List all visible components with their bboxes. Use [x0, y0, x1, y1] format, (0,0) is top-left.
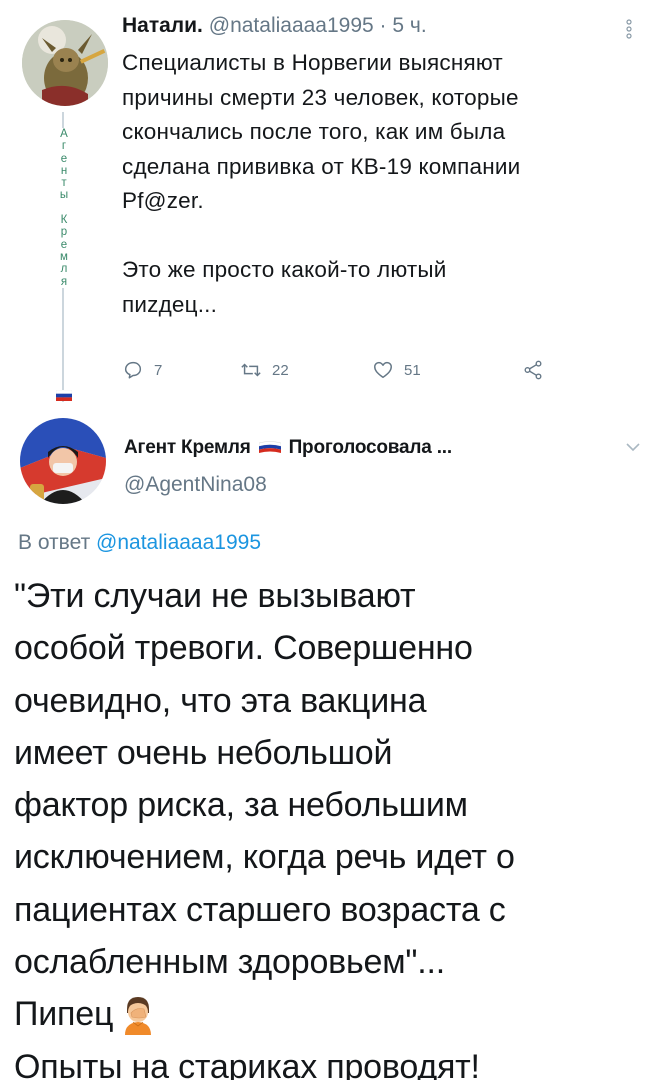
reply-text-line: очевидно, что эта вакцина	[14, 681, 427, 720]
reply-text-line: Опыты на стариках проводят!	[14, 1047, 480, 1080]
thread-vertical-letter: ы	[56, 189, 72, 202]
thread-vertical-letter: м	[56, 250, 72, 264]
thread-vertical-letter: е	[56, 152, 72, 165]
face-palm-emoji	[125, 997, 152, 1036]
reply-author-name[interactable]: Агент Кремля Проголосовала ...	[124, 437, 452, 459]
heart-icon	[374, 361, 392, 379]
thread-vertical-letter: А	[56, 128, 72, 141]
tweet-text-line: причины смерти 23 человек, которые	[122, 84, 519, 110]
reply-count: 7	[154, 361, 163, 379]
speech-bubble-icon	[124, 361, 142, 379]
retweet-button[interactable]: 22	[240, 356, 289, 384]
tweet-actions: 7 22 51	[122, 356, 572, 384]
thread-vertical-letter: г	[56, 140, 72, 153]
author-name[interactable]: Натали.	[122, 14, 203, 37]
thread-vertical-text: Агенты Кремля	[56, 128, 72, 288]
reply-text-line: имеет очень небольшой	[14, 733, 393, 772]
reply-author-name-right: Проголосовала ...	[288, 437, 453, 458]
thread-vertical-letter: н	[56, 164, 72, 178]
reply-text-line: пациентах старшего возраста с	[14, 890, 506, 929]
tweet-text-line	[122, 219, 652, 254]
parent-tweet[interactable]: Агенты Кремля Натали. @nataliaaaa1995 · …	[0, 0, 661, 410]
thread-vertical-letter	[56, 201, 72, 215]
reply-mention-link[interactable]: @nataliaaaa1995	[96, 531, 261, 554]
tweet-text-line: Pf@zer.	[122, 188, 204, 213]
thread-vertical-letter: я	[56, 275, 72, 288]
tweet-text: Специалисты в Норвегии выясняют причины с…	[122, 46, 652, 322]
author-handle[interactable]: @nataliaaaa1995	[209, 14, 374, 37]
russian-flag-icon	[258, 441, 281, 453]
tweet-divider	[0, 410, 661, 411]
reply-text-line: фактор риска, за небольшим	[14, 786, 468, 825]
thread-vertical-letter: т	[56, 177, 72, 190]
like-button[interactable]: 51	[372, 356, 421, 384]
tweet-text-line: Специалисты в Норвегии выясняют	[122, 50, 503, 75]
reply-text-line: ослабленным здоровьем"...	[14, 943, 446, 982]
reply-text-line: исключением, когда речь идет о	[14, 838, 515, 877]
retweet-count: 22	[272, 361, 289, 379]
tweet-text-line: скончались после того, как им была	[122, 119, 506, 144]
thread-vertical-letter: р	[56, 226, 72, 239]
tweet-text-line: Это же просто какой-то лютый	[122, 257, 447, 282]
tweet-text-line: пиzдец...	[122, 291, 218, 317]
thread-vertical-letter: е	[56, 238, 72, 251]
share-icon	[524, 360, 542, 380]
tweet-timestamp[interactable]: 5 ч.	[392, 14, 426, 37]
reply-text-word: Пипец	[14, 995, 114, 1034]
like-count: 51	[404, 361, 421, 379]
tweet-header: Натали. @nataliaaaa1995 · 5 ч.	[122, 14, 427, 38]
reply-author-name-left: Агент Кремля	[124, 437, 251, 458]
retweet-icon	[241, 363, 261, 377]
reply-text-line: особой тревоги. Совершенно	[14, 629, 473, 668]
thread-vertical-letter: К	[56, 214, 72, 227]
tweet-text-line: сделана прививка от КВ-19 компании	[122, 153, 521, 179]
reply-author-handle[interactable]: @AgentNina08	[124, 473, 267, 497]
share-button[interactable]	[522, 356, 554, 384]
reply-text-line-emoji: Пипец	[14, 988, 654, 1040]
vertical-dots-icon[interactable]	[622, 18, 636, 40]
reply-tweet-text: "Эти случаи не вызывают особой тревоги. …	[14, 570, 654, 1080]
thread-vertical-letter: л	[56, 263, 72, 276]
reply-prefix: В ответ	[18, 531, 91, 554]
chevron-down-icon[interactable]	[624, 440, 642, 454]
author-avatar[interactable]	[22, 20, 108, 106]
russian-flag-icon	[56, 390, 72, 401]
reply-text-line: "Эти случаи не вызывают	[14, 577, 416, 615]
header-separator: ·	[373, 14, 393, 37]
reply-author-avatar[interactable]	[20, 418, 106, 504]
reply-context: В ответ @nataliaaaa1995	[18, 531, 261, 555]
reply-button[interactable]: 7	[122, 356, 162, 384]
